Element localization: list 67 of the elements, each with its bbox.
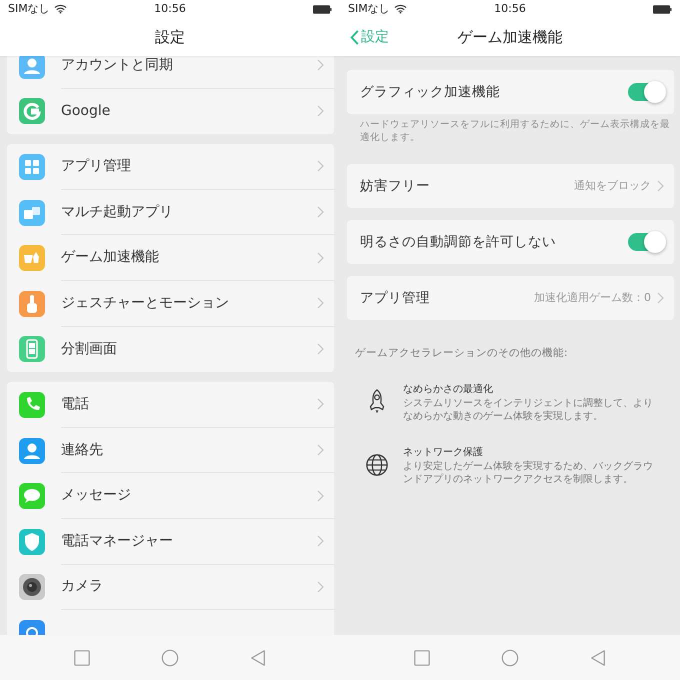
back-chevron-icon (350, 30, 359, 44)
back-button[interactable] (589, 648, 607, 666)
settings-item[interactable]: ゲーム加速機能 (61, 247, 317, 268)
settings-item[interactable]: アプリ管理 (61, 156, 317, 177)
chevron-icon (317, 343, 324, 356)
chevron-icon (317, 535, 324, 548)
settings-item[interactable]: 電話マネージャー (61, 530, 317, 552)
chevron-icon (657, 180, 664, 192)
settings-item[interactable]: 連絡先 (61, 440, 317, 461)
carrier-label: SIMなし (8, 0, 50, 17)
setting-value: 加速化適用ゲーム数：0 (534, 290, 651, 306)
chevron-icon (317, 444, 324, 456)
settings-item[interactable]: カメラ (61, 576, 317, 598)
back-icon (249, 648, 267, 666)
recents-icon (73, 648, 91, 666)
chevron-icon (317, 160, 324, 172)
setting-label: 明るさの自動調節を許可しない (360, 232, 557, 252)
carrier-label: SIMなし (348, 0, 390, 17)
setting-value: 通知をブロック (574, 178, 651, 194)
chevron-icon (317, 59, 324, 72)
setting-label: アプリ管理 (360, 288, 431, 308)
chevron-icon (657, 292, 664, 304)
settings-item[interactable]: アカウントと同期 (61, 56, 317, 76)
settings-item[interactable]: 電話 (61, 394, 317, 415)
clock-time: 10:56 (494, 0, 526, 17)
battery-icon (313, 4, 332, 14)
setting-label: 妨害フリー (360, 176, 431, 196)
settings-item[interactable]: Google (61, 100, 317, 122)
chevron-icon (317, 105, 324, 118)
settings-item[interactable]: メッセージ (61, 485, 317, 506)
wifi-icon (394, 4, 407, 14)
setting-label: グラフィック加速機能 (360, 82, 501, 102)
battery-icon (653, 4, 672, 14)
feature-title: なめらかさの最適化 (403, 382, 494, 397)
wifi-icon (54, 4, 67, 14)
back-icon (589, 648, 607, 666)
setting-row[interactable]: 明るさの自動調節を許可しない (347, 220, 674, 264)
chevron-icon (317, 580, 324, 593)
feature-description: システムリソースをインテリジェントに調整して、よりなめらかな動きのゲーム体験を実現します。 (403, 396, 654, 423)
home-icon (161, 648, 179, 666)
screen-title: 設定 (155, 26, 185, 48)
settings-item[interactable]: 分割画面 (61, 338, 317, 360)
feature-title: ネットワーク保護 (403, 446, 484, 460)
chevron-icon (317, 206, 324, 218)
chevron-icon (317, 490, 324, 502)
screen-title: ゲーム加速機能 (458, 26, 562, 48)
toggle-switch[interactable] (628, 233, 664, 251)
clock-time: 10:56 (154, 0, 186, 17)
chevron-icon (317, 398, 324, 410)
recents-icon (413, 648, 431, 666)
setting-row[interactable]: 妨害フリー 通知をブロック (347, 164, 674, 208)
back-button[interactable] (249, 648, 267, 666)
setting-description: ハードウェアリソースをフルに利用するために、ゲーム表示構成を最適化します。 (359, 118, 671, 144)
chevron-icon (317, 252, 324, 264)
home-button[interactable] (161, 648, 179, 666)
recents-button[interactable] (413, 648, 431, 666)
setting-row[interactable]: グラフィック加速機能 (347, 70, 674, 114)
chevron-icon (317, 297, 324, 310)
toggle-switch[interactable] (628, 83, 664, 101)
settings-item[interactable]: ジェスチャーとモーション (61, 292, 317, 314)
section-title: ゲームアクセラレーションのその他の機能: (354, 346, 569, 361)
home-icon (501, 648, 519, 666)
home-button[interactable] (501, 648, 519, 666)
setting-row[interactable]: アプリ管理 加速化適用ゲーム数：0 (347, 276, 674, 320)
recents-button[interactable] (73, 648, 91, 666)
feature-description: より安定したゲーム体験を実現するため、バックグラウンドアプリのネットワークアクセスを制限します。 (403, 460, 654, 486)
settings-item[interactable]: マルチ起動アプリ (61, 202, 317, 223)
